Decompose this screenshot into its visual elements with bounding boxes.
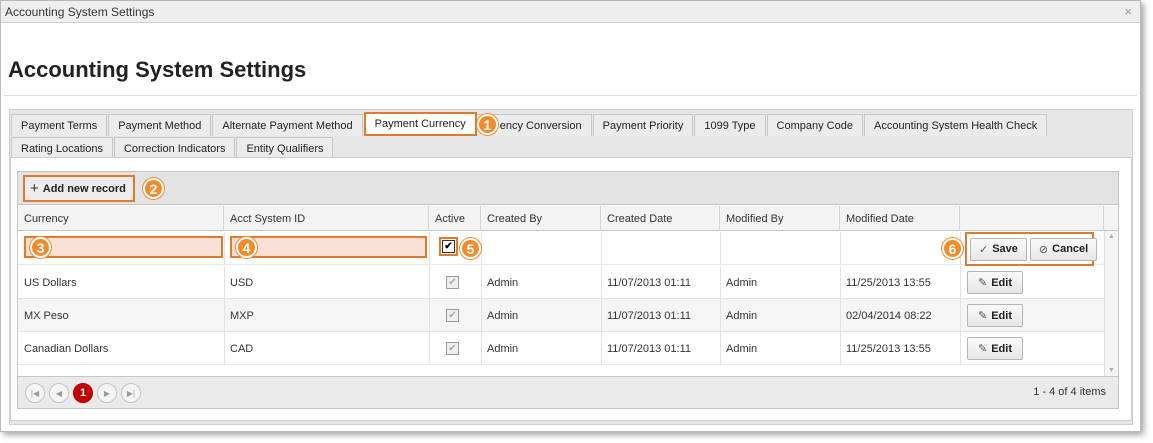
column-header-acct-system-id[interactable]: Acct System ID [224, 206, 429, 231]
column-header-modified-by[interactable]: Modified By [720, 206, 840, 231]
grid-header: Currency Acct System ID Active Created B… [18, 206, 1118, 231]
column-header-modified-date[interactable]: Modified Date [840, 206, 960, 231]
active-checkbox[interactable]: ✔ [442, 240, 455, 253]
scroll-down-icon[interactable]: ▼ [1108, 367, 1115, 374]
pencil-icon: ✎ [978, 277, 988, 289]
add-new-record-button[interactable]: + Add new record [23, 175, 135, 202]
cancel-circle-icon: ⊘ [1038, 243, 1049, 256]
active-cell: ✔ [429, 332, 459, 365]
modified-date-cell: 11/25/2013 13:55 [846, 276, 931, 289]
active-cell: ✔ [429, 266, 459, 299]
cancel-button[interactable]: ⊘ Cancel [1029, 237, 1098, 261]
active-checkbox-wrap: ✔ [439, 237, 458, 256]
acct-system-id-input[interactable] [230, 236, 427, 258]
prev-page-icon[interactable]: ◀ [49, 383, 69, 403]
tab-payment-priority[interactable]: Payment Priority [592, 114, 694, 136]
tab-payment-method[interactable]: Payment Method [108, 114, 212, 136]
modified-by-cell: Admin [726, 309, 758, 322]
active-cell: ✔ [429, 299, 459, 332]
acct-id-cell: CAD [230, 342, 254, 355]
first-page-icon[interactable]: |◀ [25, 383, 45, 403]
created-by-cell: Admin [487, 276, 519, 289]
modified-by-cell: Admin [726, 342, 758, 355]
new-record-row: 3 4 ✔ 5 6 ✓ Save ⊘ Cancel [18, 232, 1104, 266]
table-row: US Dollars USD ✔ Admin 11/07/2013 01:11 Admin… [18, 266, 1104, 299]
created-date-cell: 11/07/2013 01:11 [607, 309, 692, 322]
created-by-cell: Admin [487, 309, 519, 322]
edit-button[interactable]: ✎ Edit [967, 337, 1023, 360]
tab-1099-type[interactable]: 1099 Type [694, 114, 766, 136]
page-title: Accounting System Settings [8, 57, 307, 82]
pager-info: 1 - 4 of 4 items [1033, 386, 1106, 398]
currency-cell: US Dollars [24, 276, 77, 289]
created-by-cell: Admin [487, 342, 519, 355]
currency-grid: + Add new record 2 Currency Acct System … [17, 171, 1119, 409]
created-date-cell: 11/07/2013 01:11 [607, 276, 692, 289]
next-page-icon[interactable]: ▶ [97, 383, 117, 403]
pencil-icon: ✎ [978, 343, 988, 355]
created-date-cell: 11/07/2013 01:11 [607, 342, 692, 355]
column-header-active[interactable]: Active [429, 206, 481, 231]
check-icon: ✓ [979, 243, 989, 256]
settings-window: Accounting System Settings × Accounting … [0, 0, 1141, 432]
close-icon[interactable]: × [1124, 4, 1132, 19]
tab-accounting-system-health-check[interactable]: Accounting System Health Check [863, 114, 1048, 136]
table-row: Canadian Dollars CAD ✔ Admin 11/07/2013 01:1… [18, 332, 1104, 365]
callout-badge-3: 3 [30, 237, 51, 258]
callout-badge-6: 6 [942, 238, 963, 259]
tab-payment-terms[interactable]: Payment Terms [11, 114, 108, 136]
pencil-icon: ✎ [978, 310, 988, 322]
active-checkbox-readonly: ✔ [446, 342, 459, 355]
title-bar: Accounting System Settings × [1, 1, 1140, 23]
window-title: Accounting System Settings [5, 4, 155, 19]
active-checkbox-readonly: ✔ [446, 276, 459, 289]
tab-alternate-payment-method[interactable]: Alternate Payment Method [212, 114, 363, 136]
edit-label: Edit [991, 276, 1012, 289]
tab-entity-qualifiers[interactable]: Entity Qualifiers [236, 137, 334, 159]
modified-date-cell: 11/25/2013 13:55 [846, 342, 931, 355]
scroll-up-icon[interactable]: ▲ [1108, 233, 1115, 240]
acct-id-cell: USD [230, 276, 254, 289]
modified-by-cell: Admin [726, 276, 758, 289]
divider [4, 95, 1137, 96]
plus-icon: + [30, 180, 39, 197]
callout-badge-1: 1 [476, 114, 498, 135]
edit-button[interactable]: ✎ Edit [967, 271, 1023, 294]
currency-input[interactable] [24, 236, 223, 258]
column-header-created-date[interactable]: Created Date [601, 206, 720, 231]
currency-cell: Canadian Dollars [24, 342, 109, 355]
column-header-actions [960, 206, 1104, 231]
modified-date-cell: 02/04/2014 08:22 [846, 309, 932, 322]
edit-button[interactable]: ✎ Edit [967, 304, 1023, 327]
pager: |◀ ◀ 1 ▶ ▶| 1 - 4 of 4 items [18, 376, 1118, 408]
callout-badge-4: 4 [236, 237, 257, 258]
tab-company-code[interactable]: Company Code [766, 114, 863, 136]
tab-correction-indicators[interactable]: Correction Indicators [113, 137, 236, 159]
edit-label: Edit [991, 309, 1012, 322]
active-checkbox-readonly: ✔ [446, 309, 459, 322]
table-row: MX Peso MXP ✔ Admin 11/07/2013 01:11 Admin 02/… [18, 299, 1104, 332]
callout-badge-5: 5 [460, 238, 481, 259]
save-button[interactable]: ✓ Save [970, 237, 1027, 261]
callout-badge-2: 2 [143, 178, 164, 199]
tab-payment-currency[interactable]: Payment Currency [363, 112, 477, 136]
currency-cell: MX Peso [24, 309, 69, 322]
column-header-currency[interactable]: Currency [18, 206, 224, 231]
save-cancel-group: ✓ Save ⊘ Cancel [965, 232, 1098, 266]
acct-id-cell: MXP [230, 309, 254, 322]
edit-label: Edit [991, 342, 1012, 355]
tab-rating-locations[interactable]: Rating Locations [11, 137, 113, 159]
last-page-icon[interactable]: ▶| [121, 383, 141, 403]
page-number-current[interactable]: 1 [73, 383, 93, 403]
column-header-created-by[interactable]: Created By [481, 206, 601, 231]
grid-toolbar: + Add new record 2 [18, 172, 1118, 205]
vertical-scrollbar[interactable]: ▲ ▼ [1104, 231, 1118, 376]
add-new-record-label: Add new record [42, 182, 126, 195]
